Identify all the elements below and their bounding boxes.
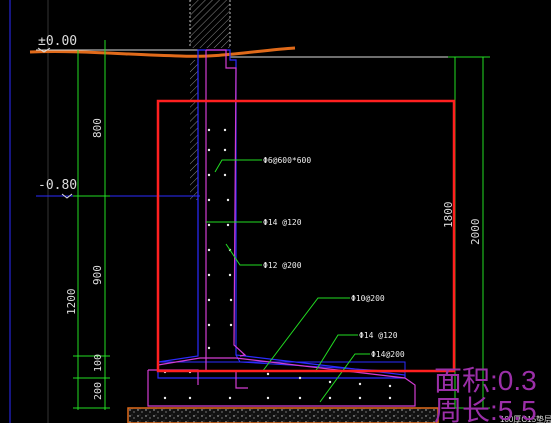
dim-1200: 1200 bbox=[65, 289, 78, 316]
dot bbox=[229, 298, 233, 302]
dot bbox=[228, 396, 232, 400]
dim-2000: 2000 bbox=[469, 219, 482, 246]
left-guide-lines bbox=[9, 0, 49, 423]
dot bbox=[223, 148, 227, 152]
dim-100: 100 bbox=[93, 354, 104, 372]
cad-drawing-canvas: ±0.00 -0.80 800 900 1200 100 200 1800 20… bbox=[9, 0, 551, 423]
dot bbox=[229, 323, 233, 327]
leader-lines bbox=[206, 159, 370, 403]
dot bbox=[207, 148, 211, 152]
dot bbox=[207, 273, 211, 277]
dot bbox=[223, 128, 227, 132]
rebar-label-r2: Φ14 @120 bbox=[263, 218, 302, 227]
dot bbox=[298, 396, 302, 400]
dot bbox=[226, 198, 230, 202]
dot bbox=[207, 173, 211, 177]
column-hatch-lower bbox=[190, 60, 198, 200]
rebar-label-r5: Φ14 @120 bbox=[359, 331, 398, 340]
dim-800: 800 bbox=[91, 118, 104, 138]
dot bbox=[223, 173, 227, 177]
leader-r4 bbox=[261, 297, 350, 373]
dot bbox=[188, 396, 192, 400]
dot bbox=[207, 323, 211, 327]
dot bbox=[328, 396, 332, 400]
dot bbox=[207, 346, 211, 350]
gravel-bed bbox=[127, 407, 439, 423]
rebar-label-r1: Φ6@600*600 bbox=[263, 156, 311, 165]
dot bbox=[226, 223, 230, 227]
dot bbox=[207, 128, 211, 132]
overlay-area: 面积:0.3 bbox=[434, 365, 537, 396]
dot bbox=[207, 248, 211, 252]
dot bbox=[207, 298, 211, 302]
dot bbox=[388, 396, 392, 400]
elevation-top-text: ±0.00 bbox=[38, 34, 77, 49]
leader-r1 bbox=[214, 159, 262, 173]
elevation-mid-text: -0.80 bbox=[38, 178, 77, 193]
dot bbox=[298, 376, 302, 380]
dot bbox=[163, 396, 167, 400]
dot bbox=[266, 372, 270, 376]
rebar-footing-top bbox=[157, 357, 406, 379]
left-dimension-chain bbox=[73, 40, 110, 410]
elevation-mark-top: ±0.00 bbox=[37, 34, 77, 53]
rebar-outer bbox=[206, 49, 247, 357]
dot bbox=[388, 384, 392, 388]
rebar-label-r3: Φ12 @200 bbox=[263, 261, 302, 270]
dim-200: 200 bbox=[93, 382, 104, 400]
rebar-footing-bottom bbox=[147, 370, 416, 407]
dot bbox=[358, 396, 362, 400]
dot bbox=[328, 380, 332, 384]
column-hatch-top bbox=[190, 0, 230, 48]
rebar-footing-hook-mid bbox=[235, 370, 248, 389]
dim-900: 900 bbox=[91, 265, 104, 285]
dot bbox=[266, 396, 270, 400]
ground-line bbox=[29, 46, 296, 58]
rebar-label-r4: Φ10@200 bbox=[351, 294, 385, 303]
dot bbox=[207, 223, 211, 227]
dot bbox=[228, 273, 232, 277]
elevation-mark-mid: -0.80 bbox=[38, 178, 77, 199]
rebar-label-r6: Φ14@200 bbox=[371, 350, 405, 359]
overlay-perimeter: 周长:5.5 bbox=[434, 395, 537, 423]
dot bbox=[207, 198, 211, 202]
dot bbox=[358, 382, 362, 386]
selection-box bbox=[156, 99, 456, 373]
leader-r3 bbox=[225, 243, 262, 266]
